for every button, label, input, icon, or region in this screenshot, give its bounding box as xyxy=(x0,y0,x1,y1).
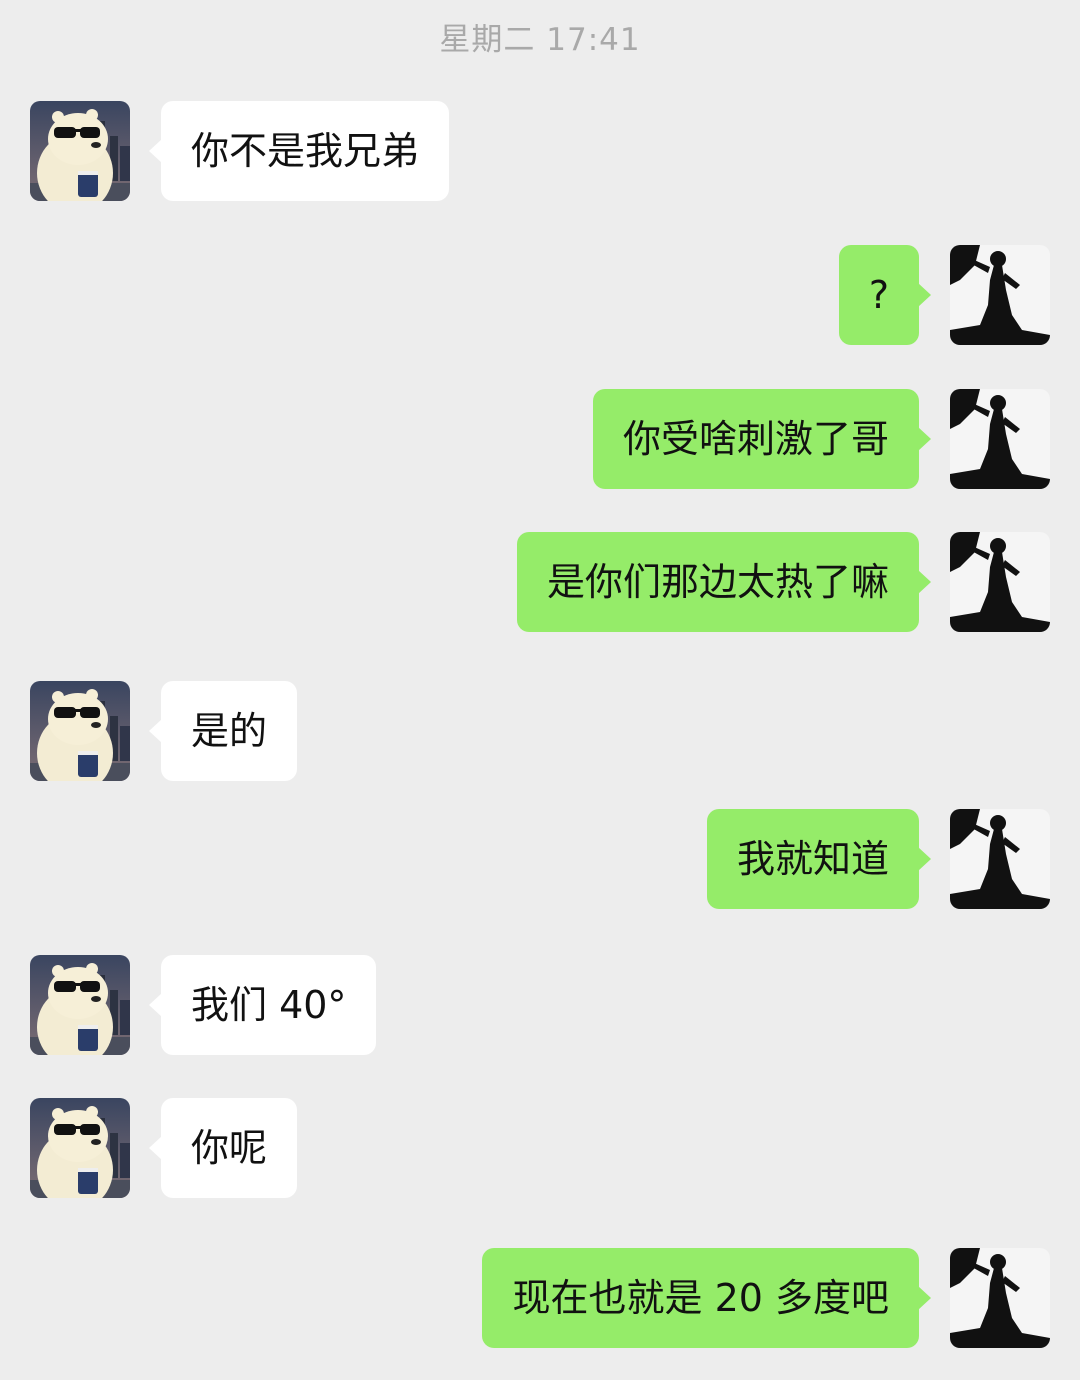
silhouette-figure-avatar-icon xyxy=(950,532,1050,632)
message-row-incoming: 是的 xyxy=(30,681,330,781)
self-avatar[interactable] xyxy=(950,809,1050,909)
polar-bear-avatar-icon xyxy=(30,955,130,1055)
message-bubble-outgoing[interactable]: 现在也就是 20 多度吧 xyxy=(482,1248,931,1348)
message-row-incoming: 你呢 xyxy=(30,1098,330,1198)
silhouette-figure-avatar-icon xyxy=(950,245,1050,345)
chat-timestamp: 星期二 17:41 xyxy=(439,22,641,58)
message-bubble-outgoing[interactable]: 是你们那边太热了嘛 xyxy=(516,532,932,632)
contact-avatar[interactable] xyxy=(30,1098,130,1198)
self-avatar[interactable] xyxy=(950,532,1050,632)
self-avatar[interactable] xyxy=(950,245,1050,345)
message-row-outgoing: 我就知道 xyxy=(690,809,1050,909)
polar-bear-avatar-icon xyxy=(30,681,130,781)
polar-bear-avatar-icon xyxy=(30,1098,130,1198)
contact-avatar[interactable] xyxy=(30,101,130,201)
message-bubble-incoming[interactable]: 你不是我兄弟 xyxy=(148,101,450,201)
silhouette-figure-avatar-icon xyxy=(950,1248,1050,1348)
silhouette-figure-avatar-icon xyxy=(950,809,1050,909)
message-row-outgoing: ? xyxy=(790,245,1050,345)
self-avatar[interactable] xyxy=(950,389,1050,489)
message-bubble-outgoing[interactable]: 你受啥刺激了哥 xyxy=(592,389,932,489)
message-row-incoming: 我们 40° xyxy=(30,955,390,1055)
self-avatar[interactable] xyxy=(950,1248,1050,1348)
message-bubble-incoming[interactable]: 是的 xyxy=(148,681,298,781)
contact-avatar[interactable] xyxy=(30,681,130,781)
message-bubble-incoming[interactable]: 我们 40° xyxy=(148,955,377,1055)
message-bubble-outgoing[interactable]: ? xyxy=(838,245,932,345)
message-row-incoming: 你不是我兄弟 xyxy=(30,101,490,201)
message-row-outgoing: 你受啥刺激了哥 xyxy=(550,389,1050,489)
message-row-outgoing: 现在也就是 20 多度吧 xyxy=(470,1248,1050,1348)
message-bubble-incoming[interactable]: 你呢 xyxy=(148,1098,298,1198)
contact-avatar[interactable] xyxy=(30,955,130,1055)
message-row-outgoing: 是你们那边太热了嘛 xyxy=(490,532,1050,632)
message-bubble-outgoing[interactable]: 我就知道 xyxy=(706,809,932,909)
polar-bear-avatar-icon xyxy=(30,101,130,201)
silhouette-figure-avatar-icon xyxy=(950,389,1050,489)
